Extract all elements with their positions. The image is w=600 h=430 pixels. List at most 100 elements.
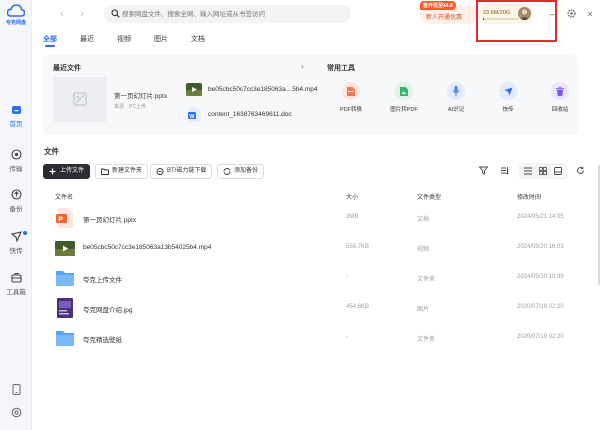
close-icon: × <box>587 9 593 19</box>
column-header-time[interactable]: 修改时间 <box>517 192 541 201</box>
recent-featured-thumbnail[interactable] <box>53 77 107 122</box>
tab-active-indicator <box>45 45 55 47</box>
tab-documents[interactable]: 文档 <box>191 34 205 44</box>
rail-item-backup[interactable]: 备份 <box>0 189 32 213</box>
transfer-icon <box>10 149 22 160</box>
recent-featured-name[interactable]: 第一页幻灯片.pptx <box>114 90 167 100</box>
thumbnail-view-icon <box>554 167 562 175</box>
chevron-left-icon: ‹ <box>60 8 64 20</box>
file-time: 2024/05/20 16:03 <box>517 244 564 250</box>
tool-quick-send[interactable]: 快传 <box>488 82 528 113</box>
rail-label-quick-send: 快传 <box>9 248 23 255</box>
sort-button[interactable] <box>497 164 511 178</box>
recent-video-thumbnail[interactable] <box>186 83 202 96</box>
filter-button[interactable] <box>476 164 490 178</box>
settings-gear-button[interactable] <box>565 8 577 20</box>
tool-ai-note[interactable]: AI识记 <box>436 82 476 113</box>
tab-all[interactable]: 全部 <box>43 34 57 47</box>
recent-featured-source-label: 来源 <box>114 104 125 110</box>
pdf-icon <box>342 82 360 100</box>
tab-video[interactable]: 视频 <box>117 34 131 44</box>
table-row[interactable]: 夸克上传文件 - 文件夹 2024/05/20 10:39 <box>43 263 578 293</box>
file-size: 454.6KB <box>346 304 370 310</box>
column-header-name[interactable]: 文件名 <box>55 192 73 201</box>
thumbnail-view-button[interactable] <box>551 165 565 177</box>
tab-images[interactable]: 图片 <box>154 34 168 44</box>
rail-label-toolbox: 工具箱 <box>6 289 26 296</box>
left-rail: 夸克网盘 首页 传输 备份 快传 工具箱 <box>0 0 32 430</box>
rail-label-transfer: 传输 <box>9 166 23 173</box>
image-file-icon <box>57 298 73 318</box>
folder-icon <box>56 331 74 346</box>
bt-download-button[interactable]: BT/磁力链下载 <box>150 164 213 179</box>
tool-pdf-convert[interactable]: PDF转换 <box>331 82 371 113</box>
search-bar[interactable] <box>104 5 351 23</box>
list-view-icon <box>524 167 532 175</box>
highlight-box <box>476 0 557 42</box>
recent-files-title: 最近文件 <box>53 65 81 72</box>
gear-icon <box>566 9 576 18</box>
grid-view-button[interactable] <box>536 165 550 177</box>
column-header-size[interactable]: 大小 <box>346 192 358 201</box>
recent-item-video-name[interactable]: be05cbc50c7cc3e185063a…5b4.mp4 <box>208 86 318 93</box>
backup-icon <box>10 189 22 200</box>
file-size: - <box>346 334 348 340</box>
pptx-file-icon: P <box>56 208 73 228</box>
recent-more-chevron-icon[interactable]: › <box>301 62 304 71</box>
back-button[interactable]: ‹ <box>56 8 68 20</box>
quick-send-icon <box>10 231 22 242</box>
rail-item-quick-send[interactable]: 快传 <box>0 231 32 255</box>
upload-button[interactable]: 上传文件 <box>43 164 91 179</box>
promo-badge[interactable]: 首开低至¥4.8 新人开通优惠 <box>420 1 478 24</box>
table-row[interactable]: be05cbc50c7cc3e185063a13b54025b4.mp4 556… <box>43 233 578 263</box>
add-backup-button[interactable]: 添加备份 <box>217 164 265 179</box>
folder-icon <box>56 271 74 286</box>
tab-images-label: 图片 <box>154 36 168 43</box>
app-logo[interactable]: 夸克网盘 <box>3 4 29 26</box>
close-button[interactable]: × <box>584 8 596 20</box>
recent-doc-thumbnail[interactable]: W <box>188 107 201 122</box>
sync-icon <box>223 168 231 175</box>
quick-send-tool-icon <box>499 82 517 100</box>
files-section-title: 文件 <box>44 147 59 156</box>
column-header-type[interactable]: 文件类型 <box>417 192 441 201</box>
recent-and-tools-card: 最近文件 › 第一页幻灯片.pptx 来源 PC上传 be05cbc50c7cc… <box>43 55 578 135</box>
forward-button[interactable]: › <box>76 8 88 20</box>
recent-item-doc-name[interactable]: content_1638763469611.doc <box>208 111 292 118</box>
search-input[interactable] <box>122 7 342 21</box>
file-name: 夸克网盘介绍.jpg <box>83 307 133 314</box>
tab-recent[interactable]: 最近 <box>80 34 94 44</box>
tool-image-to-pdf[interactable]: 图片转PDF <box>384 82 424 113</box>
plus-icon <box>49 168 56 175</box>
ai-note-icon <box>447 82 465 100</box>
recent-featured-source: PC上传 <box>129 104 146 110</box>
image-placeholder-icon <box>73 92 87 106</box>
table-row[interactable]: 夸克网盘介绍.jpg 454.6KB 图片 2020/07/19 02:20 <box>43 293 578 323</box>
app-logo-text: 夸克网盘 <box>5 20 26 26</box>
file-type: 视频 <box>417 247 430 253</box>
video-thumbnail-icon <box>186 83 202 96</box>
refresh-button[interactable] <box>573 164 587 178</box>
tab-all-label: 全部 <box>43 36 57 43</box>
tool-recycle-bin[interactable]: 回收站 <box>540 82 580 113</box>
tab-documents-label: 文档 <box>191 36 205 43</box>
rail-item-toolbox[interactable]: 工具箱 <box>0 272 32 296</box>
tool-recycle-bin-label: 回收站 <box>551 107 569 113</box>
svg-text:W: W <box>189 114 195 120</box>
new-folder-button[interactable]: 新建文件夹 <box>95 164 149 179</box>
table-row[interactable]: P 第一页幻灯片.pptx 3MB 文档 2024/05/21 14:05 <box>43 203 578 233</box>
list-view-button[interactable] <box>521 165 535 177</box>
image-to-pdf-icon <box>395 82 413 100</box>
phone-button[interactable] <box>0 384 32 397</box>
notification-dot <box>23 231 27 235</box>
rail-label-home: 首页 <box>9 121 23 128</box>
file-type: 文档 <box>417 217 430 223</box>
tab-video-label: 视频 <box>117 36 131 43</box>
file-size: - <box>346 274 348 280</box>
table-row[interactable]: 夸克精选壁纸 - 文件夹 2020/07/19 02:20 <box>43 323 578 353</box>
rail-item-home[interactable]: 首页 <box>0 104 32 128</box>
rail-item-transfer[interactable]: 传输 <box>0 149 32 173</box>
settings-button[interactable] <box>0 407 32 420</box>
settings-icon <box>11 407 21 418</box>
tool-image-to-pdf-label: 图片转PDF <box>390 107 418 113</box>
